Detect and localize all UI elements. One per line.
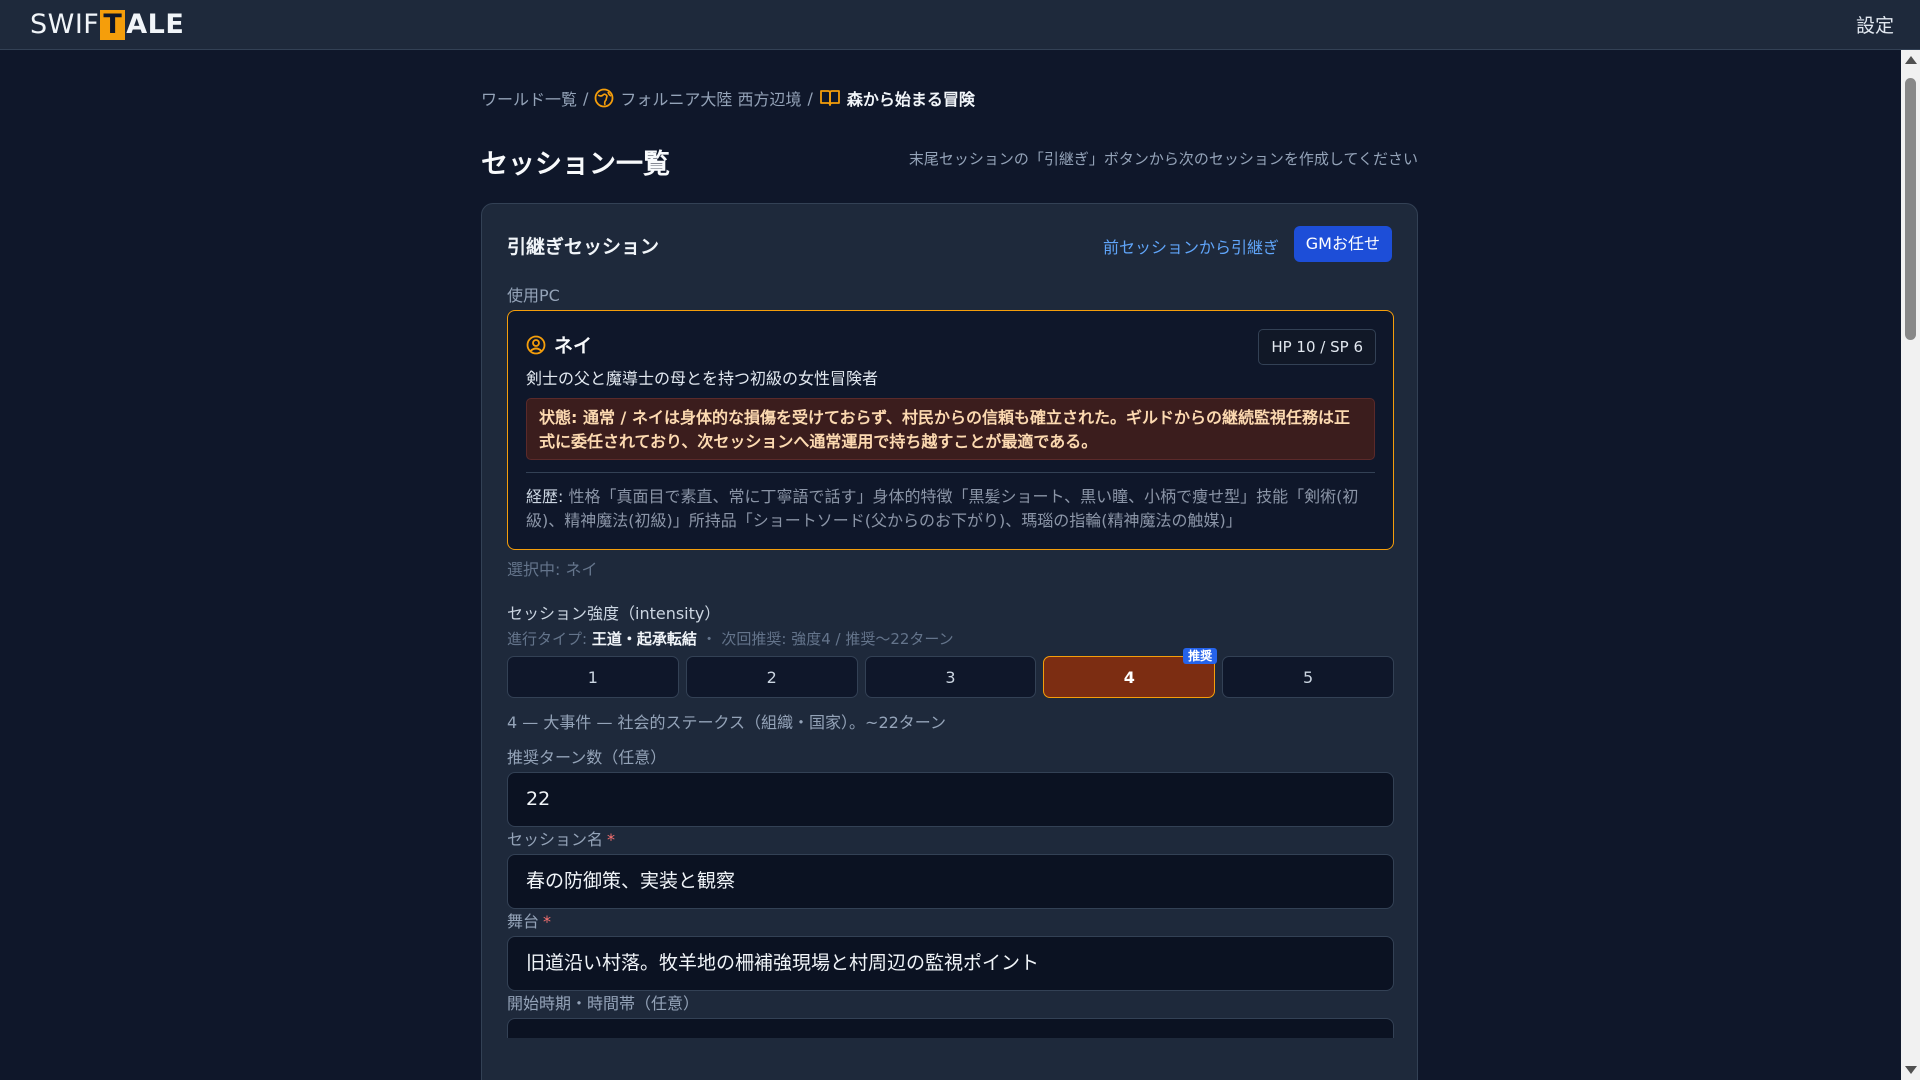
intensity-buttons: 1 2 3 4 推奨 5 [507, 648, 1394, 698]
session-name-label-text: セッション名 [507, 830, 604, 849]
breadcrumb-world[interactable]: フォルニア大陸 西方辺境 [594, 86, 802, 110]
top-bar: SWIF T ALE 設定 [0, 0, 1920, 50]
pc-name-text: ネイ [554, 335, 593, 357]
pc-label: 使用PC [507, 286, 560, 305]
card-title: 引継ぎセッション [507, 236, 660, 258]
intensity-button-4-label: 4 [1123, 667, 1135, 687]
intensity-button-3[interactable]: 3 [864, 656, 1037, 698]
book-icon [819, 90, 840, 106]
required-mark: * [543, 912, 552, 931]
stage-input[interactable]: 旧道沿い村落。牧羊地の柵補強現場と村周辺の監視ポイント [507, 936, 1394, 991]
intensity-description: 4 — 大事件 — 社会的ステークス（組織・国家）。~22ターン [507, 713, 947, 732]
intensity-button-2[interactable]: 2 [685, 656, 858, 698]
start-time-label: 開始時期・時間帯（任意） [507, 994, 700, 1013]
breadcrumb: ワールド一覧 / フォルニア大陸 西方辺境 / 森から始まる冒険 [481, 86, 975, 110]
intensity-button-4[interactable]: 4 推奨 [1043, 648, 1218, 698]
inherit-from-previous-link[interactable]: 前セッションから引継ぎ [1103, 234, 1279, 258]
scroll-down-arrow-icon[interactable] [1905, 1066, 1917, 1074]
intensity-sub: 進行タイプ: 王道・起承転結 ・ 次回推奨: 強度4 / 推奨〜22ターン [507, 628, 954, 649]
pc-history-text: 性格「真面目で素直、常に丁寧語で話す」身体的特徴「黒髪ショート、黒い瞳、小柄で痩… [526, 487, 1359, 530]
pc-status: 状態: 通常 / ネイは身体的な損傷を受けておらず、村民からの信頼も確立された。… [526, 398, 1375, 460]
session-name-input[interactable]: 春の防御策、実装と観察 [507, 854, 1394, 909]
pc-card[interactable]: ネイ HP 10 / SP 6 剣士の父と魔導士の母とを持つ初級の女性冒険者 状… [507, 310, 1394, 550]
recommended-badge: 推奨 [1183, 648, 1218, 664]
logo-text-pre: SWIF [30, 9, 100, 40]
breadcrumb-scenario-label: 森から始まる冒険 [846, 90, 975, 109]
scroll-up-arrow-icon[interactable] [1905, 56, 1917, 64]
start-time-input[interactable] [507, 1018, 1394, 1038]
breadcrumb-scenario: 森から始まる冒険 [819, 86, 975, 110]
turns-input[interactable]: 22 [507, 772, 1394, 827]
pc-history: 経歴: 性格「真面目で素直、常に丁寧語で話す」身体的特徴「黒髪ショート、黒い瞳、… [526, 485, 1375, 533]
stage-label-text: 舞台 [507, 912, 540, 931]
gm-auto-button[interactable]: GMお任せ [1293, 226, 1392, 262]
required-mark: * [607, 830, 616, 849]
intensity-button-1[interactable]: 1 [507, 656, 679, 698]
app-logo[interactable]: SWIF T ALE [30, 9, 184, 40]
breadcrumb-separator: / [583, 88, 589, 108]
turns-label: 推奨ターン数（任意） [507, 748, 667, 767]
settings-link[interactable]: 設定 [1856, 11, 1894, 38]
user-circle-icon [526, 335, 546, 354]
session-name-label: セッション名 * [507, 826, 615, 850]
pc-name: ネイ [526, 331, 592, 358]
intensity-sub-type: 王道・起承転結 [591, 630, 697, 648]
world-icon [595, 88, 614, 108]
logo-text-box: T [100, 9, 126, 40]
intensity-label: セッション強度（intensity） [507, 604, 721, 623]
intensity-sub-prefix: 進行タイプ: [507, 630, 592, 648]
stage-label: 舞台 * [507, 908, 551, 932]
page-title: セッション一覧 [481, 149, 670, 180]
selected-pc-text: 選択中: ネイ [507, 560, 598, 579]
page-scrollbar[interactable] [1901, 50, 1920, 1080]
logo-text-post: ALE [126, 9, 185, 40]
pc-history-label: 経歴: [526, 487, 564, 506]
pc-description: 剣士の父と魔導士の母とを持つ初級の女性冒険者 [526, 369, 879, 388]
pc-hp-sp-badge: HP 10 / SP 6 [1258, 329, 1376, 365]
breadcrumb-separator: / [807, 88, 813, 108]
breadcrumb-world-label: フォルニア大陸 西方辺境 [620, 90, 802, 109]
pc-divider [526, 472, 1375, 473]
intensity-button-5[interactable]: 5 [1222, 656, 1394, 698]
inherit-session-card: 引継ぎセッション 前セッションから引継ぎ GMお任せ 使用PC ネイ HP 10… [481, 203, 1418, 1080]
scrollbar-thumb[interactable] [1905, 78, 1916, 340]
intensity-sub-suffix: ・ 次回推奨: 強度4 / 推奨〜22ターン [696, 630, 954, 648]
page-hint: 末尾セッションの「引継ぎ」ボタンから次のセッションを作成してください [908, 150, 1418, 168]
breadcrumb-world-list[interactable]: ワールド一覧 [481, 86, 577, 110]
